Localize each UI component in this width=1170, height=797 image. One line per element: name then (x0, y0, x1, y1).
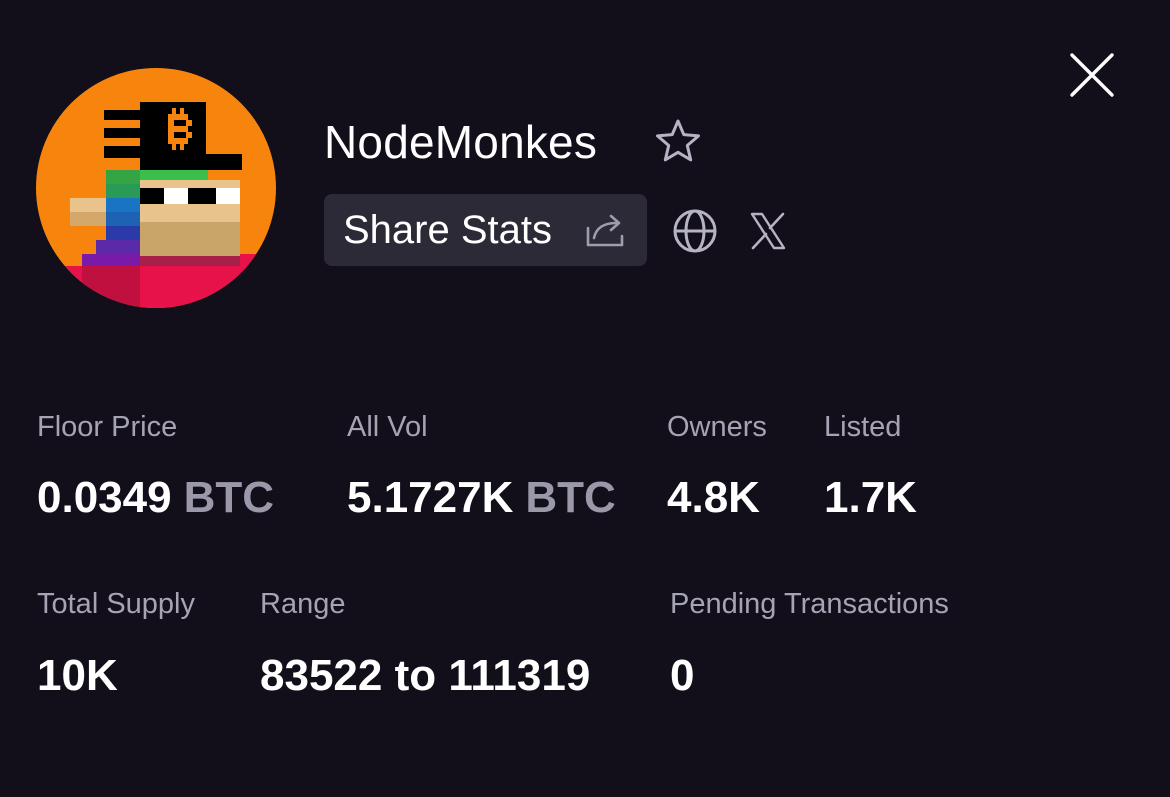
close-button[interactable] (1062, 46, 1122, 106)
total-supply-label: Total Supply (37, 588, 195, 620)
floor-price-amount: 0.0349 (37, 473, 172, 522)
globe-icon (673, 209, 717, 253)
close-icon (1070, 53, 1114, 97)
share-arrow-icon (584, 212, 628, 248)
listed-value: 1.7K (824, 473, 917, 522)
listed-label: Listed (824, 411, 902, 443)
range-label: Range (260, 588, 346, 620)
pending-transactions-label: Pending Transactions (670, 588, 949, 620)
share-stats-label: Share Stats (343, 208, 553, 252)
all-vol-value: 5.1727K BTC (347, 470, 616, 526)
all-vol-amount: 5.1727K (347, 473, 514, 522)
collection-avatar (36, 68, 276, 308)
owners-value: 4.8K (667, 473, 760, 522)
owners-label: Owners (667, 411, 767, 443)
pending-transactions-value: 0 (670, 651, 695, 700)
floor-price-label: Floor Price (37, 411, 178, 443)
collection-stats-panel: NodeMonkes Share Stats Floor Price 0.034… (0, 0, 1170, 797)
x-logo-icon (750, 212, 786, 250)
all-vol-label: All Vol (347, 411, 428, 443)
website-link[interactable] (672, 208, 718, 254)
collection-title: NodeMonkes (324, 116, 598, 168)
floor-price-value: 0.0349 BTC (37, 470, 274, 526)
all-vol-unit: BTC (525, 473, 616, 522)
share-stats-button[interactable]: Share Stats (324, 194, 647, 266)
star-outline-icon (656, 119, 700, 162)
floor-price-unit: BTC (183, 473, 275, 522)
range-value: 83522 to 111319 (260, 651, 591, 700)
total-supply-value: 10K (37, 651, 118, 700)
twitter-link[interactable] (750, 212, 786, 250)
favorite-button[interactable] (652, 116, 704, 168)
